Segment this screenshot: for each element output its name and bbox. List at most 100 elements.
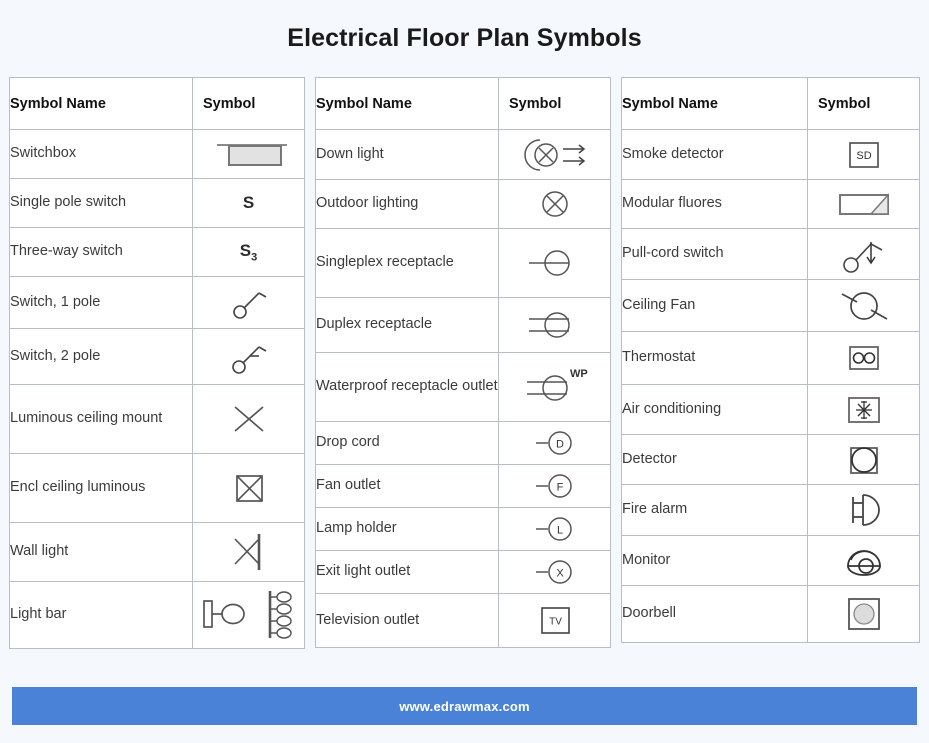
symbol-cell bbox=[192, 522, 305, 582]
ceiling-fan-icon bbox=[841, 291, 887, 320]
symbol-name-cell: Encl ceiling luminous bbox=[9, 453, 193, 523]
drop-cord-icon: D bbox=[535, 431, 572, 455]
symbol-name-cell: Lamp holder bbox=[315, 507, 499, 551]
column-header-symbol: Symbol bbox=[192, 77, 305, 130]
fan-outlet-icon: F bbox=[535, 474, 572, 498]
column-header-symbol: Symbol bbox=[498, 77, 611, 130]
table-row: Encl ceiling luminous bbox=[9, 453, 305, 523]
table-header-row: Symbol Name Symbol bbox=[315, 77, 611, 130]
symbol-name-cell: Down light bbox=[315, 129, 499, 180]
symbol-table-1: Symbol Name Symbol Switchbox Single pole… bbox=[9, 77, 305, 649]
table-row: Singleplex receptacle bbox=[315, 228, 611, 298]
symbol-cell bbox=[807, 228, 920, 280]
symbol-name-cell: Detector bbox=[621, 434, 808, 485]
symbol-cell bbox=[807, 331, 920, 385]
symbol-name-cell: Fire alarm bbox=[621, 484, 808, 536]
symbol-cell bbox=[192, 276, 305, 329]
symbol-cell bbox=[192, 581, 305, 649]
television-outlet-icon: TV bbox=[540, 606, 570, 634]
symbol-cell bbox=[807, 535, 920, 586]
table-row: Luminous ceiling mount bbox=[9, 384, 305, 454]
svg-text:D: D bbox=[556, 439, 564, 451]
symbol-cell bbox=[192, 129, 305, 179]
table-row: Air conditioning bbox=[621, 384, 920, 435]
symbol-name-cell: Waterproof receptacle outlet bbox=[315, 352, 499, 422]
symbol-cell: S3 bbox=[192, 227, 305, 277]
switch-1-pole-icon bbox=[232, 291, 266, 319]
footer-banner: www.edrawmax.com bbox=[12, 687, 917, 725]
symbol-name-cell: Three-way switch bbox=[9, 227, 193, 277]
doorbell-icon bbox=[847, 598, 880, 630]
svg-text:X: X bbox=[556, 568, 564, 580]
lamp-holder-icon: L bbox=[535, 517, 572, 541]
table-row: Monitor bbox=[621, 535, 920, 586]
column-header-symbol-name: Symbol Name bbox=[621, 77, 808, 130]
symbol-name-cell: Outdoor lighting bbox=[315, 179, 499, 229]
symbol-cell: L bbox=[498, 507, 611, 551]
svg-text:TV: TV bbox=[549, 616, 562, 627]
table-row: Thermostat bbox=[621, 331, 920, 385]
symbol-cell bbox=[498, 297, 611, 353]
symbol-name-cell: Switchbox bbox=[9, 129, 193, 179]
symbol-cell bbox=[807, 279, 920, 332]
table-row: Modular fluores bbox=[621, 179, 920, 229]
table-row: Outdoor lighting bbox=[315, 179, 611, 229]
symbol-cell bbox=[807, 484, 920, 536]
symbol-cell bbox=[498, 179, 611, 229]
symbol-name-cell: Smoke detector bbox=[621, 129, 808, 180]
table-row: Switch, 2 pole bbox=[9, 328, 305, 385]
switchbox-icon bbox=[216, 144, 287, 166]
table-row: Fan outlet F bbox=[315, 464, 611, 508]
symbol-cell: D bbox=[498, 421, 611, 465]
table-row: Detector bbox=[621, 434, 920, 485]
modular-fluores-icon bbox=[838, 193, 889, 215]
table-row: Doorbell bbox=[621, 585, 920, 643]
symbol-name-cell: Pull-cord switch bbox=[621, 228, 808, 280]
symbol-tables-area: Symbol Name Symbol Switchbox Single pole… bbox=[0, 53, 929, 649]
table-row: Three-way switch S3 bbox=[9, 227, 305, 277]
table-row: Drop cord D bbox=[315, 421, 611, 465]
singleplex-receptacle-icon bbox=[528, 250, 570, 276]
luminous-ceiling-mount-icon bbox=[233, 406, 264, 432]
symbol-name-cell: Ceiling Fan bbox=[621, 279, 808, 332]
symbol-name-cell: Drop cord bbox=[315, 421, 499, 465]
symbol-name-cell: Doorbell bbox=[621, 585, 808, 643]
symbol-name-cell: Switch, 2 pole bbox=[9, 328, 193, 385]
column-header-symbol-name: Symbol Name bbox=[315, 77, 499, 130]
table-row: Single pole switch S bbox=[9, 178, 305, 228]
symbol-cell bbox=[807, 179, 920, 229]
symbol-name-cell: Wall light bbox=[9, 522, 193, 582]
symbol-cell bbox=[807, 585, 920, 643]
symbol-cell: TV bbox=[498, 593, 611, 648]
table-header-row: Symbol Name Symbol bbox=[9, 77, 305, 130]
symbol-table-2: Symbol Name Symbol Down light Outdoor li bbox=[315, 77, 611, 648]
symbol-name-cell: Television outlet bbox=[315, 593, 499, 648]
thermostat-icon bbox=[848, 346, 879, 370]
symbol-cell bbox=[192, 453, 305, 523]
symbol-name-cell: Exit light outlet bbox=[315, 550, 499, 594]
smoke-detector-icon: SD bbox=[848, 141, 879, 168]
table-row: Waterproof receptacle outlet WP bbox=[315, 352, 611, 422]
symbol-name-cell: Air conditioning bbox=[621, 384, 808, 435]
table-row: Switchbox bbox=[9, 129, 305, 179]
table-row: Exit light outlet X bbox=[315, 550, 611, 594]
three-way-switch-icon: S3 bbox=[239, 240, 258, 264]
symbol-cell: WP bbox=[498, 352, 611, 422]
table-row: Light bar bbox=[9, 581, 305, 649]
symbol-name-cell: Duplex receptacle bbox=[315, 297, 499, 353]
symbol-cell: SD bbox=[807, 129, 920, 180]
table-row: Switch, 1 pole bbox=[9, 276, 305, 329]
symbol-name-cell: Luminous ceiling mount bbox=[9, 384, 193, 454]
exit-light-outlet-icon: X bbox=[535, 560, 572, 584]
symbol-name-cell: Thermostat bbox=[621, 331, 808, 385]
detector-icon bbox=[849, 446, 878, 474]
footer-url-text: www.edrawmax.com bbox=[399, 698, 530, 714]
column-header-symbol-name: Symbol Name bbox=[9, 77, 193, 130]
column-header-symbol: Symbol bbox=[807, 77, 920, 130]
table-row: Ceiling Fan bbox=[621, 279, 920, 332]
switch-2-pole-icon bbox=[231, 345, 266, 374]
symbol-name-cell: Switch, 1 pole bbox=[9, 276, 193, 329]
symbol-name-cell: Fan outlet bbox=[315, 464, 499, 508]
symbol-cell bbox=[807, 434, 920, 485]
symbol-cell bbox=[498, 129, 611, 180]
